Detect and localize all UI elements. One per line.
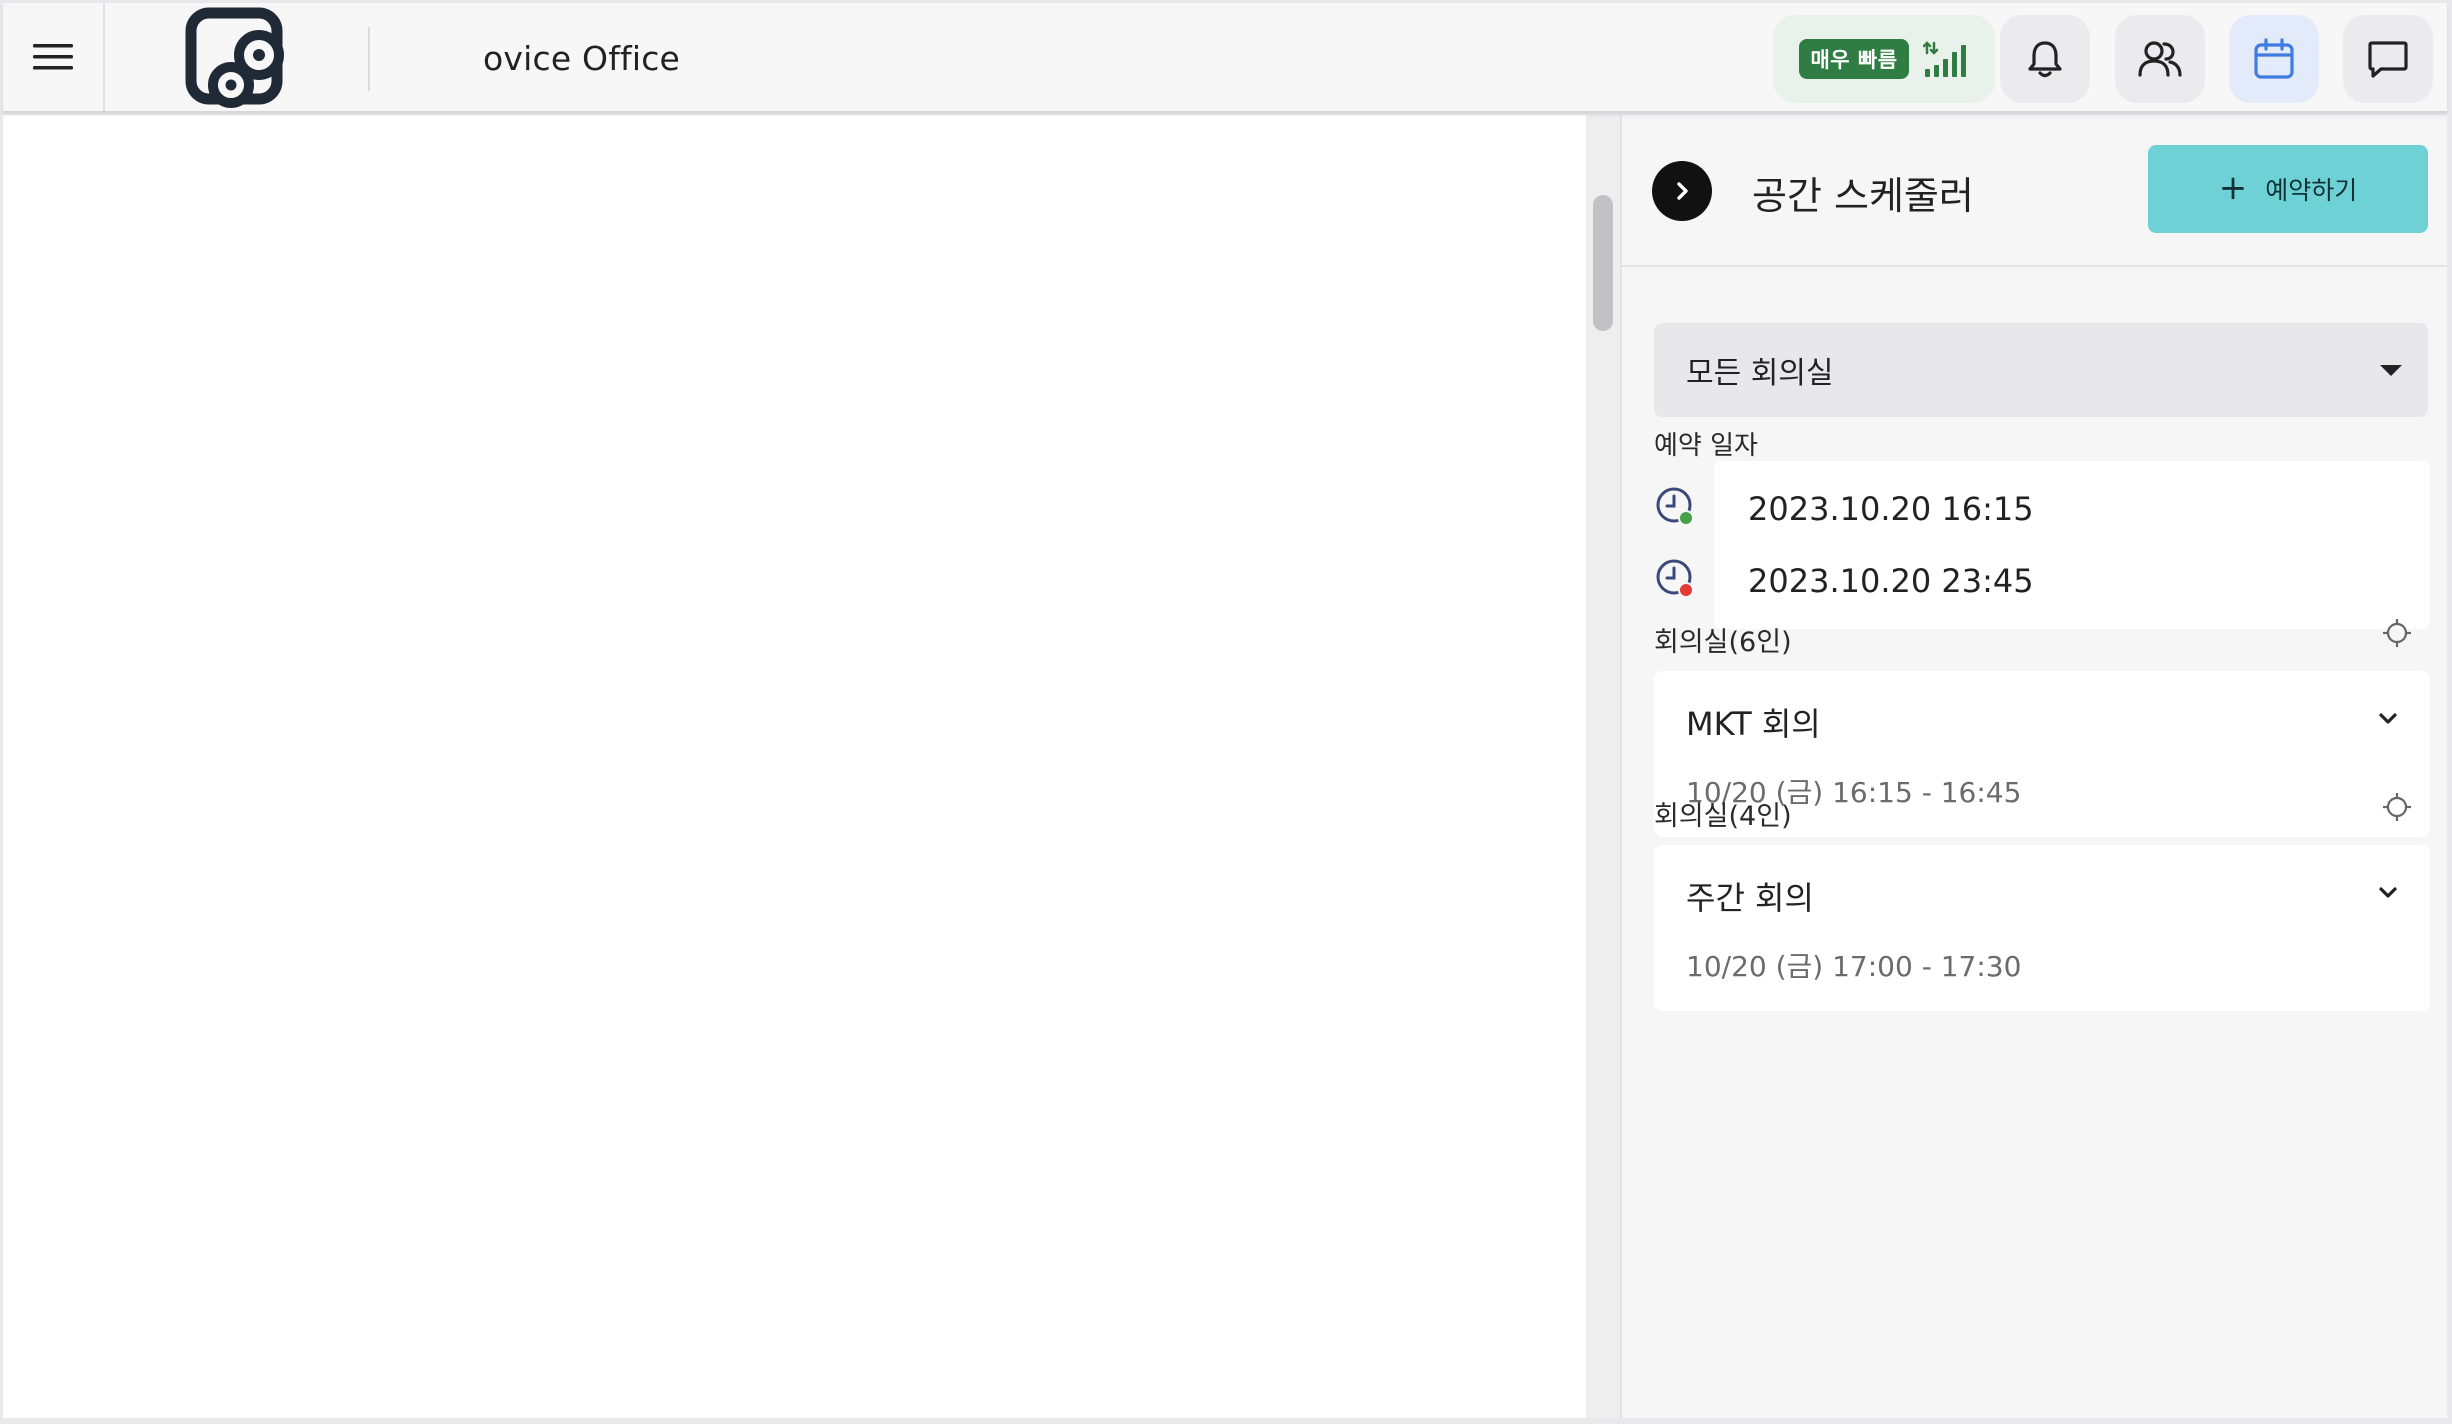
notifications-button[interactable] xyxy=(2000,15,2090,103)
chat-button[interactable] xyxy=(2343,15,2433,103)
users-icon xyxy=(2138,41,2182,77)
space-scheduler-panel: 공간 스케줄러 + 예약하기 모든 회의실 예약 일자 회의실(6인) xyxy=(1620,115,2447,1418)
panel-title: 공간 스케줄러 xyxy=(1752,174,1974,218)
collapse-panel-button[interactable] xyxy=(1652,161,1712,221)
bell-icon xyxy=(2028,41,2062,78)
app-header: ovice Office 매우 빠름 xyxy=(3,3,2447,113)
members-button[interactable] xyxy=(2115,15,2205,103)
header-divider xyxy=(368,27,370,91)
meeting-title: MKT 회의 xyxy=(1686,705,1821,743)
canvas-scrollbar-thumb[interactable] xyxy=(1593,195,1613,331)
chevron-right-icon xyxy=(1677,182,1688,200)
room-group-label: 회의실(4인) xyxy=(1654,801,1792,832)
office-canvas[interactable] xyxy=(3,115,1586,1418)
chevron-down-icon[interactable] xyxy=(2374,879,2402,907)
end-clock-icon xyxy=(1656,559,1694,598)
ovice-logo[interactable] xyxy=(181,7,291,113)
meeting-time: 10/20 (금) 17:00 - 17:30 xyxy=(1686,950,2022,983)
scheduler-button[interactable] xyxy=(2229,15,2319,103)
ovice-logo-icon xyxy=(185,7,284,108)
calendar-icon xyxy=(2254,38,2294,79)
canvas-scrollbar[interactable] xyxy=(1586,115,1620,1418)
caret-down-icon xyxy=(2380,365,2402,376)
hamburger-menu-button[interactable] xyxy=(3,3,105,111)
start-clock-icon xyxy=(1656,487,1694,526)
network-status-badge[interactable]: 매우 빠름 xyxy=(1773,15,1995,103)
meeting-title: 주간 회의 xyxy=(1686,879,1814,917)
locate-room-icon[interactable] xyxy=(2382,792,2412,822)
chat-bubble-icon xyxy=(2368,41,2408,78)
date-section-label: 예약 일자 xyxy=(1654,431,1758,461)
make-reservation-button[interactable]: + 예약하기 xyxy=(2148,145,2428,233)
meeting-card[interactable]: 주간 회의 10/20 (금) 17:00 - 17:30 xyxy=(1654,845,2430,1011)
network-status-label: 매우 빠름 xyxy=(1799,39,1909,79)
plus-icon: + xyxy=(2218,167,2248,208)
room-group-label: 회의실(6인) xyxy=(1654,627,1792,658)
signal-strength-icon xyxy=(1922,41,1966,77)
hamburger-icon xyxy=(33,44,73,70)
chevron-down-icon[interactable] xyxy=(2374,705,2402,733)
end-datetime-input[interactable] xyxy=(1714,533,2430,629)
make-reservation-label: 예약하기 xyxy=(2265,176,2358,205)
panel-header: 공간 스케줄러 + 예약하기 xyxy=(1622,115,2447,267)
room-filter-select[interactable]: 모든 회의실 xyxy=(1654,323,2428,417)
space-name: ovice Office xyxy=(483,39,681,78)
end-date-row xyxy=(1654,533,2430,629)
locate-room-icon[interactable] xyxy=(2382,618,2412,648)
room-filter-value: 모든 회의실 xyxy=(1686,356,1834,391)
